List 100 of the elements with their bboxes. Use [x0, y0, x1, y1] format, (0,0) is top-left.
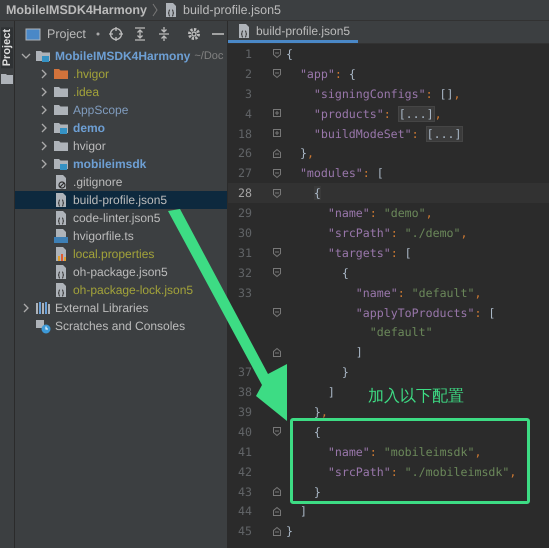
code-line: "signingConfigs": [], — [314, 86, 461, 101]
tree-item[interactable]: oh-package-lock.json5 — [15, 281, 194, 299]
fold-icon[interactable] — [272, 526, 282, 537]
fold-icon[interactable] — [272, 506, 282, 517]
tree-item[interactable]: Scratches and Consoles — [15, 317, 186, 335]
project-tool-tab[interactable]: Project — [1, 27, 13, 68]
folder-icon — [53, 66, 69, 82]
json-file-icon — [53, 264, 69, 280]
line-number: 42 — [237, 464, 253, 479]
line-number: 33 — [237, 286, 253, 300]
code-line: }, — [300, 146, 314, 160]
code-line: { — [286, 46, 293, 61]
line-number: 39 — [237, 404, 253, 419]
dropdown-icon — [96, 32, 100, 36]
line-number: 29 — [237, 206, 253, 220]
tree-item[interactable]: demo — [15, 119, 106, 137]
expand-fold-icon[interactable] — [272, 128, 282, 139]
line-number: 2 — [244, 66, 253, 81]
code-line: { — [314, 424, 321, 439]
code-line: }, — [314, 404, 328, 419]
code-line: } — [342, 365, 349, 380]
tree-item[interactable]: hvigorfile.ts — [15, 227, 134, 245]
line-number: 32 — [237, 266, 253, 280]
tree-item[interactable]: .hvigor — [15, 65, 110, 83]
ignore-file-icon — [53, 174, 69, 190]
line-number: 41 — [237, 444, 253, 459]
code-line: "name": "default", — [356, 286, 482, 300]
line-number: 31 — [237, 246, 253, 260]
json-file-icon — [53, 192, 69, 208]
code-line: } — [314, 484, 321, 499]
code-line: ] — [356, 345, 363, 360]
code-line: "srcPath": "./mobileimsdk", — [328, 464, 516, 479]
line-number: 26 — [237, 146, 253, 160]
tree-item[interactable]: hvigor — [15, 137, 106, 155]
fold-icon[interactable] — [272, 148, 282, 159]
tree-item[interactable]: build-profile.json5 — [15, 191, 227, 209]
code-line: "targets": [ — [328, 246, 412, 260]
fold-icon[interactable] — [272, 48, 282, 60]
chevron-icon — [151, 3, 159, 17]
expand-fold-icon[interactable] — [272, 108, 282, 120]
code-line: ] — [300, 504, 307, 518]
code-line: "products": [...], — [314, 106, 442, 121]
tree-item[interactable]: code-linter.json5 — [15, 209, 160, 227]
tree-item[interactable]: local.properties — [15, 245, 154, 263]
tree-item[interactable]: MobileIMSDK4Harmony ~/Doc — [15, 47, 224, 65]
fold-icon[interactable] — [272, 68, 282, 80]
expand-chevron-icon — [21, 303, 31, 313]
json-file-icon — [53, 282, 69, 298]
line-number: 43 — [237, 484, 253, 499]
code-line: "app": { — [300, 66, 356, 81]
code-line: "default" — [370, 325, 433, 340]
code-line: "name": "demo", — [328, 206, 433, 220]
fold-icon[interactable] — [272, 168, 282, 179]
tree-item[interactable]: AppScope — [15, 101, 128, 119]
fold-icon[interactable] — [272, 307, 282, 318]
library-icon — [35, 300, 51, 316]
fold-icon[interactable] — [272, 346, 282, 358]
line-number: 30 — [237, 226, 253, 240]
line-number: 1 — [244, 46, 253, 61]
fold-icon[interactable] — [272, 188, 282, 199]
settings-icon[interactable] — [186, 26, 202, 42]
tree-item[interactable]: oh-package.json5 — [15, 263, 168, 281]
typescript-file-icon — [53, 228, 69, 244]
line-number: 37 — [237, 365, 253, 380]
line-number: 38 — [237, 385, 253, 400]
breadcrumb-item[interactable]: MobileIMSDK4Harmony — [6, 3, 147, 17]
annotation-label: 加入以下配置 — [368, 386, 464, 407]
line-number: 40 — [237, 424, 253, 439]
project-icon — [25, 26, 41, 42]
line-number: 3 — [244, 86, 253, 101]
fold-icon[interactable] — [272, 486, 282, 498]
fold-icon[interactable] — [272, 247, 282, 258]
fold-icon[interactable] — [272, 426, 282, 438]
line-number: 45 — [237, 524, 253, 538]
folder-icon — [53, 138, 69, 154]
scratches-icon — [35, 318, 51, 334]
code-line: "srcPath": "./demo", — [328, 226, 468, 240]
tree-item[interactable]: .idea — [15, 83, 100, 101]
line-number: 18 — [237, 126, 253, 140]
code-line: "applyToProducts": [ — [356, 306, 496, 320]
panel-title[interactable]: Project — [47, 27, 86, 41]
tree-item[interactable]: mobileimsdk — [15, 155, 146, 173]
breadcrumb-item[interactable]: build-profile.json5 — [183, 3, 281, 17]
code-line: { — [342, 266, 349, 280]
json-file-icon — [53, 210, 69, 226]
tree-item[interactable]: .gitignore — [15, 173, 122, 191]
module-folder-icon — [53, 156, 69, 172]
fold-icon[interactable] — [272, 267, 282, 278]
properties-file-icon — [53, 246, 69, 262]
line-number: 28 — [237, 186, 253, 200]
locate-icon[interactable] — [108, 26, 124, 42]
code-line: ] — [328, 385, 335, 400]
code-line: "buildModeSet": [...] — [314, 126, 463, 140]
folder-icon — [53, 102, 69, 118]
folder-icon — [1, 74, 13, 84]
line-number: 27 — [237, 166, 253, 180]
line-number: 4 — [244, 106, 253, 121]
line-number: 44 — [237, 504, 253, 518]
tree-item[interactable]: External Libraries — [15, 299, 148, 317]
code-line: "name": "mobileimsdk", — [328, 444, 482, 459]
